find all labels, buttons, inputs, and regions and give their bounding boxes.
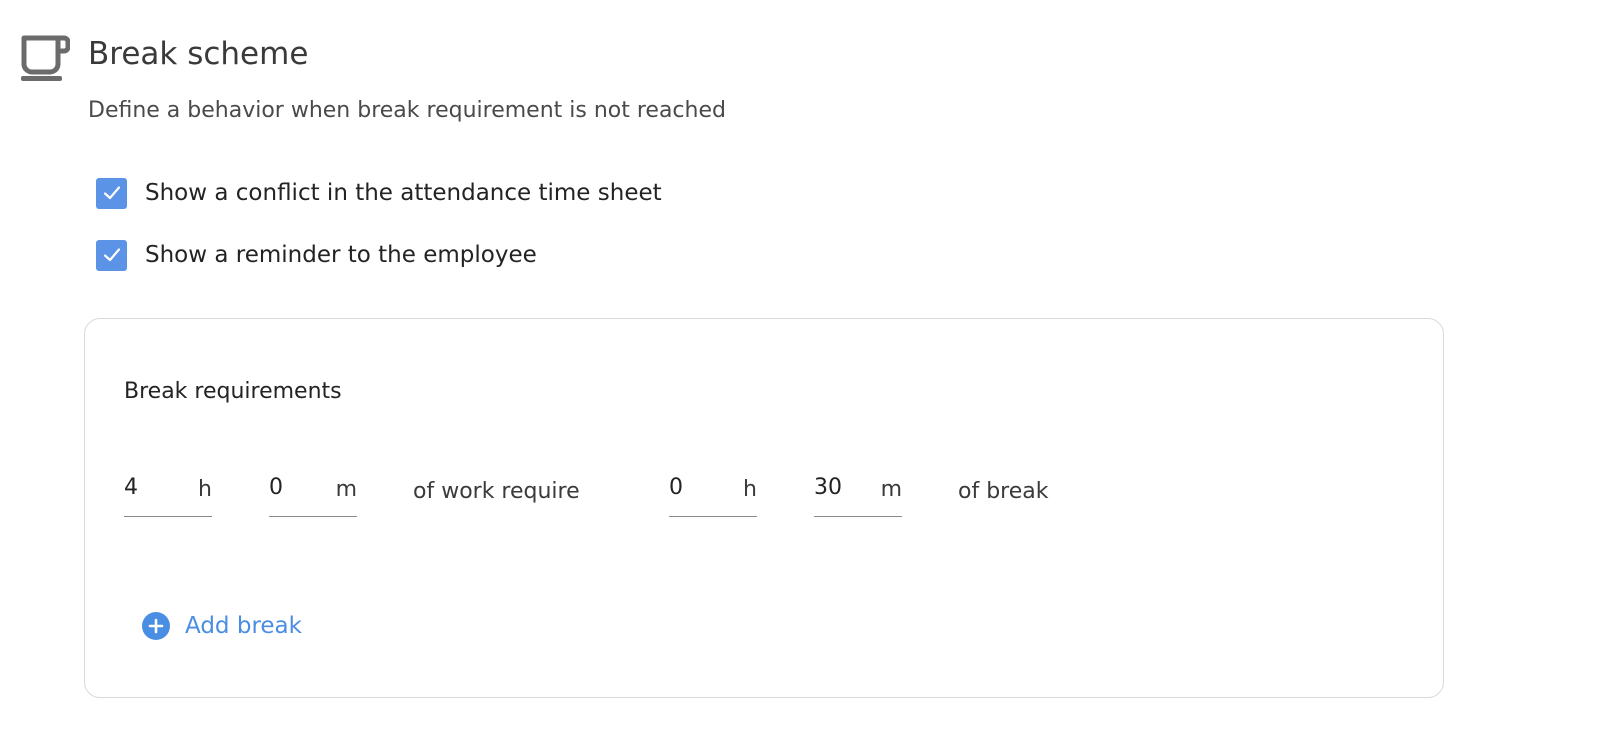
work-minutes-value[interactable]: 0: [269, 473, 283, 503]
break-hours-unit: h: [743, 477, 757, 502]
break-requirements-card: Break requirements 4 h 0 m of work requi…: [84, 318, 1444, 698]
work-hours-value[interactable]: 4: [124, 473, 138, 503]
break-requirements-title: Break requirements: [124, 379, 342, 404]
reminder-checkbox-row[interactable]: Show a reminder to the employee: [96, 238, 537, 272]
break-minutes-value[interactable]: 30: [814, 473, 842, 503]
break-minutes-unit: m: [880, 477, 902, 502]
of-work-require-text: of work require: [413, 479, 580, 504]
add-break-label: Add break: [185, 613, 302, 639]
break-hours-value[interactable]: 0: [669, 473, 683, 503]
conflict-checkbox-label: Show a conflict in the attendance time s…: [145, 180, 662, 206]
work-hours-unit: h: [198, 477, 212, 502]
add-break-button[interactable]: Add break: [142, 609, 302, 643]
checkmark-icon: [103, 248, 120, 262]
section-title: Break scheme: [88, 36, 309, 72]
break-minutes-input[interactable]: 30 m: [814, 469, 902, 517]
conflict-checkbox[interactable]: [96, 177, 127, 209]
plus-circle-icon: [142, 612, 170, 640]
of-break-text: of break: [958, 479, 1049, 504]
coffee-cup-icon: [21, 35, 70, 81]
section-description: Define a behavior when break requirement…: [88, 98, 726, 123]
checkmark-icon: [103, 186, 120, 200]
break-hours-input[interactable]: 0 h: [669, 469, 757, 517]
work-minutes-unit: m: [335, 477, 357, 502]
break-scheme-section: Break scheme Define a behavior when brea…: [0, 0, 1600, 756]
reminder-checkbox-label: Show a reminder to the employee: [145, 242, 537, 268]
reminder-checkbox[interactable]: [96, 239, 127, 271]
conflict-checkbox-row[interactable]: Show a conflict in the attendance time s…: [96, 176, 662, 210]
work-hours-input[interactable]: 4 h: [124, 469, 212, 517]
work-minutes-input[interactable]: 0 m: [269, 469, 357, 517]
